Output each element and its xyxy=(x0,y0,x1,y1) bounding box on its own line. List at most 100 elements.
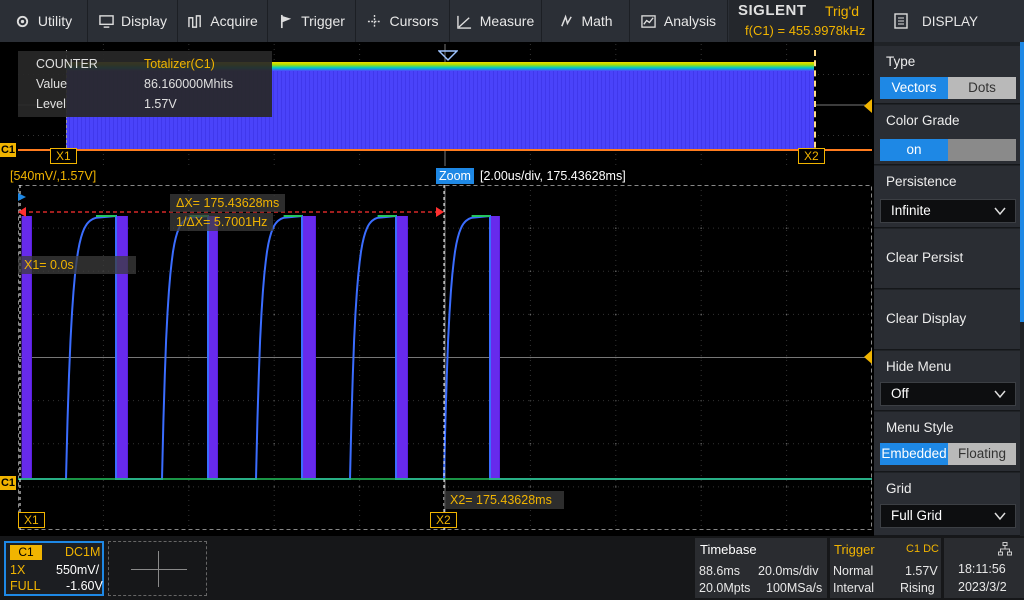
zoom-info: [2.00us/div, 175.43628ms] xyxy=(480,169,626,183)
clock-date: 2023/3/2 xyxy=(958,580,1007,594)
counter-box: COUNTER Totalizer(C1) Value 86.160000Mhits… xyxy=(18,51,272,117)
type-dots-option[interactable]: Dots xyxy=(948,77,1016,99)
inverse-delta-x-readout: 1/ΔX= 5.7001Hz xyxy=(170,213,274,231)
overview-x1-label[interactable]: X1 xyxy=(50,148,77,164)
menu-analysis[interactable]: Analysis xyxy=(630,0,728,42)
zoom-tag[interactable]: Zoom xyxy=(436,168,474,184)
timebase-sample-rate: 100MSa/s xyxy=(766,581,823,595)
overview-trigger-level-arrow[interactable] xyxy=(864,99,872,113)
main-grid-dot xyxy=(700,442,702,445)
network-icon xyxy=(998,542,1012,556)
menu-display[interactable]: Display xyxy=(88,0,178,42)
menu-cursors[interactable]: Cursors xyxy=(356,0,450,42)
panel-scrollbar[interactable] xyxy=(1020,42,1024,322)
zoom-header: [540mV/,1.57V] Zoom [2.00us/div, 175.436… xyxy=(0,168,872,185)
menu-utility[interactable]: Utility xyxy=(0,0,88,42)
channel1-box[interactable]: C1 DC1M 1X 550mV/ FULL -1.60V xyxy=(4,541,104,596)
menu-trigger[interactable]: Trigger xyxy=(268,0,356,42)
flag-icon xyxy=(278,13,294,29)
timebase-points: 20.0Mpts xyxy=(699,581,751,595)
menu-utility-label: Utility xyxy=(37,13,73,29)
type-label: Type xyxy=(886,54,916,69)
hide-menu-label: Hide Menu xyxy=(886,359,952,374)
menu-trigger-label: Trigger xyxy=(301,13,345,29)
menu-analysis-label: Analysis xyxy=(663,13,717,29)
x1-value-readout: X1= 0.0s xyxy=(18,256,136,274)
main-grid-dot xyxy=(615,486,617,488)
x1-cursor-label[interactable]: X1 xyxy=(18,512,45,528)
color-grade-on[interactable]: on xyxy=(880,139,948,161)
x2-value-readout: X2= 175.43628ms xyxy=(444,491,564,509)
hide-menu-select[interactable]: Off xyxy=(880,382,1016,406)
main-grid-dot xyxy=(785,486,788,488)
color-grade-label: Color Grade xyxy=(886,113,960,128)
clear-display-button[interactable]: Clear Display xyxy=(874,290,1020,350)
hide-menu-section: Hide Menu Off xyxy=(874,351,1020,411)
main-channel-tag[interactable]: C1 xyxy=(0,476,16,490)
type-vectors-option[interactable]: Vectors xyxy=(880,77,948,99)
color-grade-off[interactable] xyxy=(948,139,1016,161)
menu-style-embedded-option[interactable]: Embedded xyxy=(880,443,948,465)
menu-style-label: Menu Style xyxy=(886,420,954,435)
clock-time: 18:11:56 xyxy=(958,562,1006,576)
trigger-status: Trig'd xyxy=(825,3,860,19)
timebase-label: Timebase xyxy=(700,542,757,557)
menu-style-floating-option[interactable]: Floating xyxy=(948,443,1016,465)
grid-select[interactable]: Full Grid xyxy=(880,504,1016,528)
panel-header: DISPLAY xyxy=(874,0,1024,42)
main-grid-dot xyxy=(615,313,617,316)
main-grid-dot xyxy=(785,227,788,229)
trigger-slope: Rising xyxy=(900,581,935,595)
channel1-vdiv: 550mV/ xyxy=(56,563,100,577)
menu-acquire[interactable]: Acquire xyxy=(178,0,268,42)
main-grid-dot xyxy=(785,442,788,445)
trigger-position-icon[interactable] xyxy=(438,50,458,62)
overview-trace xyxy=(18,149,872,151)
x2-cursor-label[interactable]: X2 xyxy=(430,512,457,528)
math-icon xyxy=(558,13,574,29)
persistence-value: Infinite xyxy=(891,203,931,218)
panel-title: DISPLAY xyxy=(922,13,979,29)
crosshair-icon xyxy=(366,13,382,29)
main-grid-dot xyxy=(358,313,361,316)
overview-channel-tag[interactable]: C1 xyxy=(0,143,16,157)
main-grid-dot xyxy=(358,227,361,229)
main-grid-dot xyxy=(700,227,702,229)
counter-value: 86.160000Mhits xyxy=(144,77,233,91)
overview-x2-cursor[interactable] xyxy=(814,50,816,158)
color-grade-toggle[interactable]: on xyxy=(880,139,1016,161)
acquire-icon xyxy=(187,13,203,29)
counter-level-label: Level xyxy=(36,97,66,111)
menu-style-toggle[interactable]: Embedded Floating xyxy=(880,443,1016,465)
persistence-select[interactable]: Infinite xyxy=(880,199,1016,223)
type-toggle[interactable]: Vectors Dots xyxy=(880,77,1016,99)
clock-box: 18:11:56 2023/3/2 xyxy=(944,538,1024,598)
channel1-offset: -1.60V xyxy=(66,579,103,593)
main-waveform-area[interactable]: ΔX= 175.43628ms 1/ΔX= 5.7001Hz X1= 0.0s … xyxy=(18,185,872,530)
display-menu-panel: DISPLAY Type Vectors Dots Color Grade on… xyxy=(874,0,1024,536)
frequency-readout: f(C1) = 455.9978kHz xyxy=(745,23,866,38)
main-grid-dot xyxy=(529,313,532,316)
main-grid-dot xyxy=(529,227,532,229)
siglent-logo: SIGLENT xyxy=(738,2,807,19)
menu-measure[interactable]: Measure xyxy=(450,0,542,42)
menu-math[interactable]: Math xyxy=(542,0,630,42)
chevron-down-icon xyxy=(994,512,1006,521)
persistence-section: Persistence Infinite xyxy=(874,166,1020,228)
timebase-box[interactable]: Timebase 88.6ms 20.0ms/div 20.0Mpts 100M… xyxy=(695,538,827,598)
add-channel-slot[interactable] xyxy=(108,541,207,596)
counter-source: Totalizer(C1) xyxy=(144,57,215,71)
menu-cursors-label: Cursors xyxy=(389,13,439,29)
menu-measure-label: Measure xyxy=(479,13,535,29)
main-grid-dot xyxy=(358,486,361,488)
gear-icon xyxy=(15,13,31,29)
menu-display-label: Display xyxy=(121,13,167,29)
trigger-box[interactable]: Trigger C1 DC Normal 1.57V Interval Risi… xyxy=(830,538,941,598)
trigger-source: C1 DC xyxy=(906,543,940,555)
overview-x2-label[interactable]: X2 xyxy=(798,148,825,164)
trigger-type: Interval xyxy=(833,581,874,595)
main-grid-dot xyxy=(529,486,532,488)
clear-persist-button[interactable]: Clear Persist xyxy=(874,229,1020,289)
main-grid-dot xyxy=(358,442,361,445)
main-trigger-level-arrow[interactable] xyxy=(864,350,872,364)
